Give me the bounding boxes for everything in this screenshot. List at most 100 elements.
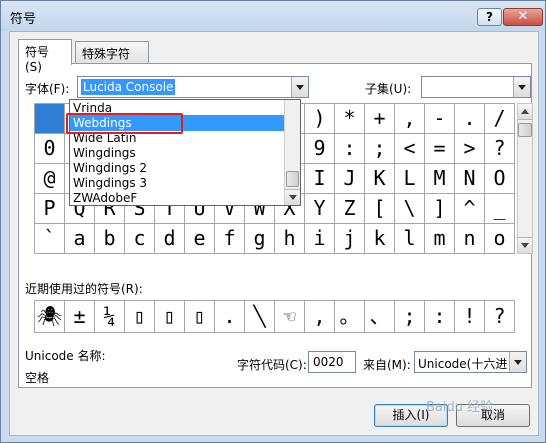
symbol-cell[interactable]: g — [245, 224, 275, 254]
recent-symbol-cell[interactable]: ¼ — [95, 301, 125, 333]
symbol-cell[interactable]: Z — [335, 194, 365, 224]
recent-symbol-cell[interactable]: ? — [485, 301, 515, 333]
recent-symbol-cell[interactable]: ▯ — [155, 301, 185, 333]
symbol-cell[interactable]: b — [95, 224, 125, 254]
font-select-arrow-icon[interactable] — [291, 77, 308, 97]
recent-symbol-cell[interactable]: ▯ — [125, 301, 155, 333]
symbol-cell[interactable]: M — [425, 164, 455, 194]
recent-symbol-cell[interactable]: . — [215, 301, 245, 333]
font-dropdown-scrollbar[interactable] — [284, 100, 300, 205]
recent-symbol-cell[interactable]: 、 — [365, 301, 395, 333]
character-code-label: 字符代码(C): — [237, 358, 307, 372]
symbol-cell[interactable]: h — [275, 224, 305, 254]
subset-label: 子集(U): — [365, 82, 412, 96]
symbol-cell[interactable]: J — [335, 164, 365, 194]
from-select-value: Unicode(十六进 — [418, 357, 508, 371]
symbol-cell[interactable]: ^ — [455, 194, 485, 224]
from-select[interactable]: Unicode(十六进 — [414, 351, 527, 373]
recent-symbol-cell[interactable]: , — [305, 301, 335, 333]
symbol-cell[interactable]: L — [395, 164, 425, 194]
symbol-cell[interactable]: ] — [425, 194, 455, 224]
symbol-cell[interactable]: o — [485, 224, 515, 254]
symbol-cell[interactable]: = — [425, 134, 455, 164]
symbol-cell[interactable]: c — [125, 224, 155, 254]
symbol-cell[interactable]: j — [335, 224, 365, 254]
symbol-cell[interactable]: _ — [485, 194, 515, 224]
symbol-grid-scrollbar[interactable] — [517, 103, 533, 254]
font-option-zwadobef[interactable]: ZWAdobeF — [70, 190, 284, 206]
symbol-cell[interactable]: > — [455, 134, 485, 164]
symbol-cell[interactable]: ) — [305, 104, 335, 134]
symbol-cell[interactable] — [35, 104, 65, 134]
recent-symbol-cell[interactable]: ; — [395, 301, 425, 333]
dropdown-scroll-down-icon[interactable] — [285, 189, 300, 205]
symbol-cell[interactable]: + — [365, 104, 395, 134]
symbol-cell[interactable]: k — [365, 224, 395, 254]
subset-select[interactable] — [421, 76, 531, 98]
dialog-title: 符号 — [10, 12, 37, 27]
scroll-up-icon[interactable] — [518, 104, 532, 120]
symbol-cell[interactable]: d — [155, 224, 185, 254]
recent-symbol-cell[interactable]: : — [425, 301, 455, 333]
dropdown-scroll-thumb[interactable] — [286, 171, 299, 187]
symbol-cell[interactable]: [ — [365, 194, 395, 224]
scroll-thumb[interactable] — [518, 123, 532, 137]
symbol-cell[interactable]: - — [425, 104, 455, 134]
character-code-value: 0020 — [313, 355, 344, 369]
close-button[interactable]: ✕ — [503, 8, 543, 26]
font-select-value: Lucida Console — [81, 79, 176, 95]
subset-select-arrow-icon[interactable] — [513, 77, 530, 97]
font-select[interactable]: Lucida Console — [77, 76, 309, 98]
recent-symbol-cell[interactable]: ± — [65, 301, 95, 333]
tab-symbols[interactable]: 符号(S) — [18, 39, 72, 74]
symbol-cell[interactable]: I — [305, 164, 335, 194]
symbol-cell[interactable]: 9 — [305, 134, 335, 164]
symbol-cell[interactable]: e — [185, 224, 215, 254]
symbol-cell[interactable]: a — [65, 224, 95, 254]
from-select-arrow-icon[interactable] — [509, 352, 526, 372]
font-label: 字体(F): — [25, 82, 70, 96]
unicode-name-value: 空格 — [25, 371, 50, 385]
watermark-text: Baidu 经验 — [426, 400, 494, 415]
symbol-cell[interactable]: P — [35, 194, 65, 224]
scroll-down-icon[interactable] — [518, 237, 532, 253]
symbol-cell[interactable]: i — [305, 224, 335, 254]
symbol-cell[interactable]: f — [215, 224, 245, 254]
symbol-cell[interactable]: m — [425, 224, 455, 254]
tab-special-characters[interactable]: 特殊字符(P) — [75, 41, 149, 76]
font-option-wingdings-2[interactable]: Wingdings 2 — [70, 160, 284, 176]
symbol-cell[interactable]: l — [395, 224, 425, 254]
recent-symbol-cell[interactable]: ☜ — [275, 301, 305, 333]
symbol-cell[interactable]: , — [395, 104, 425, 134]
recent-symbol-cell[interactable]: ▯ — [185, 301, 215, 333]
symbol-cell[interactable]: Y — [305, 194, 335, 224]
symbol-cell[interactable]: @ — [35, 164, 65, 194]
symbol-cell[interactable]: n — [455, 224, 485, 254]
symbol-cell[interactable]: ; — [365, 134, 395, 164]
recent-symbol-cell[interactable]: 🕷 — [35, 301, 65, 333]
symbol-cell[interactable]: \ — [395, 194, 425, 224]
recent-symbols-row: 🕷 ± ¼ ▯ ▯ ▯. ╲ ☜,。、;:!? — [34, 300, 515, 333]
recent-symbols-label: 近期使用过的符号(R): — [25, 282, 143, 296]
symbol-cell[interactable]: . — [455, 104, 485, 134]
symbol-cell[interactable]: K — [365, 164, 395, 194]
character-code-input[interactable]: 0020 — [308, 351, 356, 373]
font-option-wingdings-3[interactable]: Wingdings 3 — [70, 175, 284, 191]
recent-symbol-cell[interactable]: ! — [455, 301, 485, 333]
symbol-cell[interactable]: 0 — [35, 134, 65, 164]
symbol-cell[interactable]: ` — [35, 224, 65, 254]
help-button[interactable]: ? — [477, 8, 502, 26]
font-option-wingdings[interactable]: Wingdings — [70, 145, 284, 161]
symbol-cell[interactable]: ? — [485, 134, 515, 164]
dialog-body: 符号(S) 特殊字符(P) 字体(F): Lucida Console 子集(U… — [9, 31, 539, 436]
recent-symbol-cell[interactable]: ╲ — [245, 301, 275, 333]
title-bar: 符号 ? ✕ — [1, 1, 545, 31]
annotation-highlight-box — [66, 113, 183, 134]
symbol-cell[interactable]: O — [485, 164, 515, 194]
recent-symbol-cell[interactable]: 。 — [335, 301, 365, 333]
symbol-cell[interactable]: / — [485, 104, 515, 134]
symbol-cell[interactable]: : — [335, 134, 365, 164]
symbol-cell[interactable]: * — [335, 104, 365, 134]
symbol-cell[interactable]: < — [395, 134, 425, 164]
symbol-cell[interactable]: N — [455, 164, 485, 194]
